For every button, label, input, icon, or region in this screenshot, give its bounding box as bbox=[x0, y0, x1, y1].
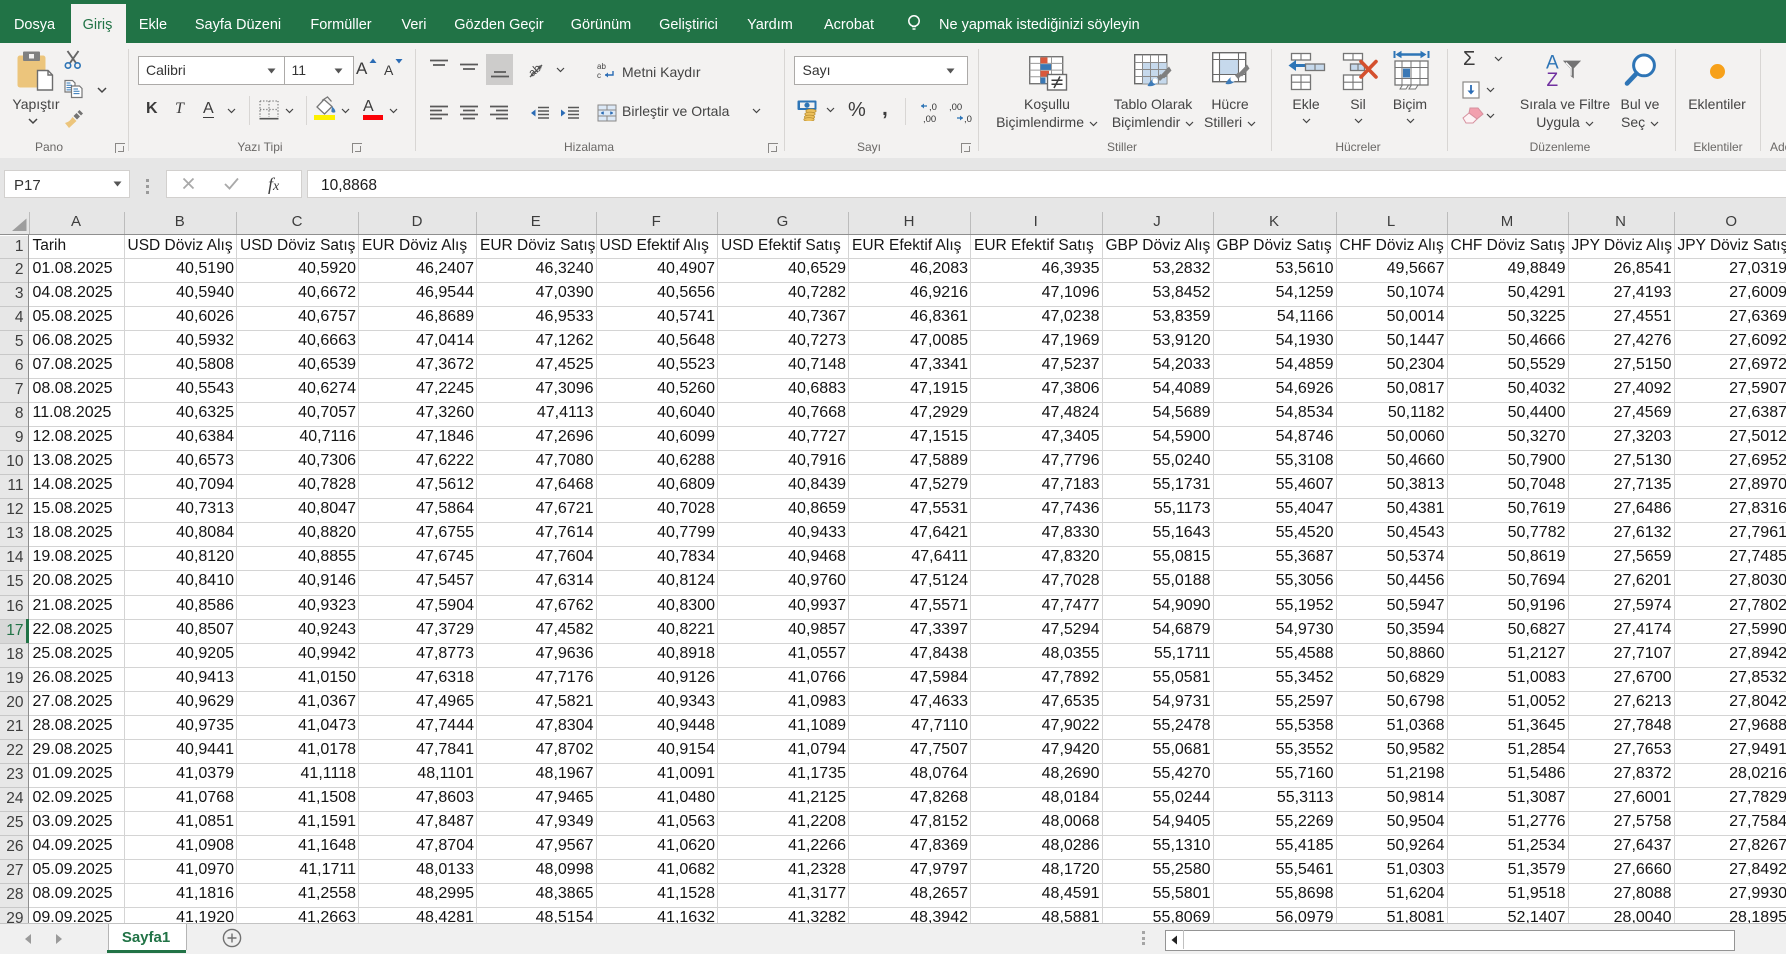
svg-text:c: c bbox=[597, 71, 601, 80]
svg-text:,0: ,0 bbox=[929, 102, 937, 113]
svg-text:Z: Z bbox=[1547, 70, 1559, 87]
svg-text:ab: ab bbox=[597, 62, 606, 71]
svg-text:,00: ,00 bbox=[949, 102, 962, 113]
svg-text:,00: ,00 bbox=[923, 114, 936, 125]
